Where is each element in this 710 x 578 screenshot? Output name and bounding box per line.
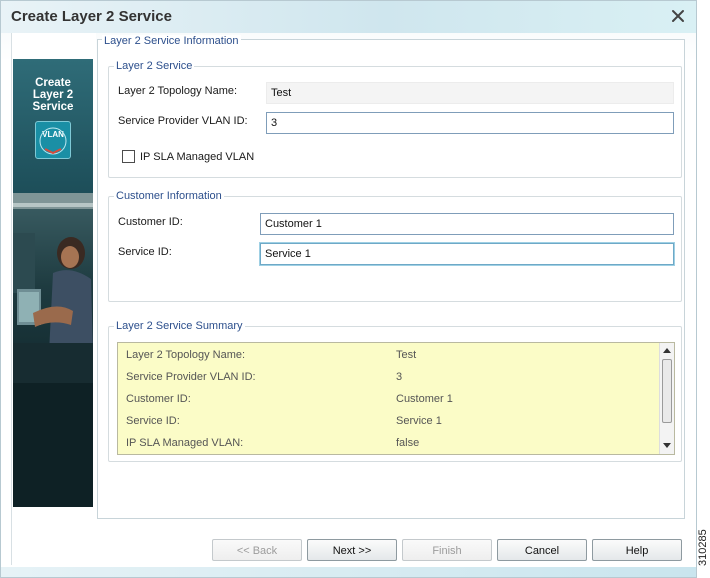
summary-legend: Layer 2 Service Summary [114, 320, 245, 332]
service-id-field[interactable] [260, 243, 674, 265]
summary-row-label: IP SLA Managed VLAN: [126, 437, 244, 449]
summary-scrollbar[interactable] [659, 343, 674, 454]
summary-list: Layer 2 Topology Name: Test Service Prov… [117, 342, 675, 455]
scroll-down-icon[interactable] [663, 443, 671, 448]
next-button[interactable]: Next >> [307, 539, 397, 561]
title-bar: Create Layer 2 Service [1, 1, 696, 33]
summary-row-value: 3 [396, 371, 403, 383]
bottom-strip [1, 567, 696, 577]
banner-header: Create Layer 2 Service VLAN [13, 59, 93, 193]
window-title: Create Layer 2 Service [11, 8, 172, 25]
wizard-banner: Create Layer 2 Service VLAN [13, 59, 93, 507]
customer-id-label: Customer ID: [118, 216, 183, 228]
summary-row-value: Service 1 [396, 415, 442, 427]
topology-name-label: Layer 2 Topology Name: [118, 85, 238, 97]
scroll-up-icon[interactable] [663, 348, 671, 353]
ip-sla-label: IP SLA Managed VLAN [140, 151, 255, 163]
banner-title: Create Layer 2 Service [13, 77, 93, 113]
scroll-thumb[interactable] [662, 359, 672, 423]
summary-row-label: Customer ID: [126, 393, 191, 405]
close-icon[interactable] [668, 6, 688, 26]
service-id-label: Service ID: [118, 246, 172, 258]
topology-name-field [266, 82, 674, 104]
banner-title-line: Create [35, 77, 71, 89]
customer-id-field[interactable] [260, 213, 674, 235]
banner-title-line: Layer 2 [32, 89, 74, 101]
back-button[interactable]: << Back [212, 539, 302, 561]
finish-button[interactable]: Finish [402, 539, 492, 561]
banner-title-line: Service [32, 101, 74, 113]
summary-row-value: false [396, 437, 420, 449]
panel-legend: Layer 2 Service Information [102, 35, 241, 47]
customer-information-legend: Customer Information [114, 190, 224, 202]
help-button[interactable]: Help [592, 539, 682, 561]
summary-row-label: Service ID: [126, 415, 180, 427]
vlan-id-field[interactable] [266, 112, 674, 134]
figure-id: 310285 [697, 529, 709, 566]
create-layer2-service-dialog: Create Layer 2 Service Create Layer 2 Se… [0, 0, 697, 578]
cancel-button[interactable]: Cancel [497, 539, 587, 561]
summary-row-label: Service Provider VLAN ID: [126, 371, 256, 383]
summary-row-label: Layer 2 Topology Name: [126, 349, 246, 361]
summary-row-value: Test [396, 349, 417, 361]
ip-sla-checkbox[interactable] [122, 150, 135, 163]
summary-row-value: Customer 1 [396, 393, 453, 405]
banner-photo [13, 193, 93, 507]
layer2-service-legend: Layer 2 Service [114, 60, 195, 72]
vlan-id-label: Service Provider VLAN ID: [118, 115, 248, 127]
vlan-icon: VLAN [35, 121, 71, 159]
